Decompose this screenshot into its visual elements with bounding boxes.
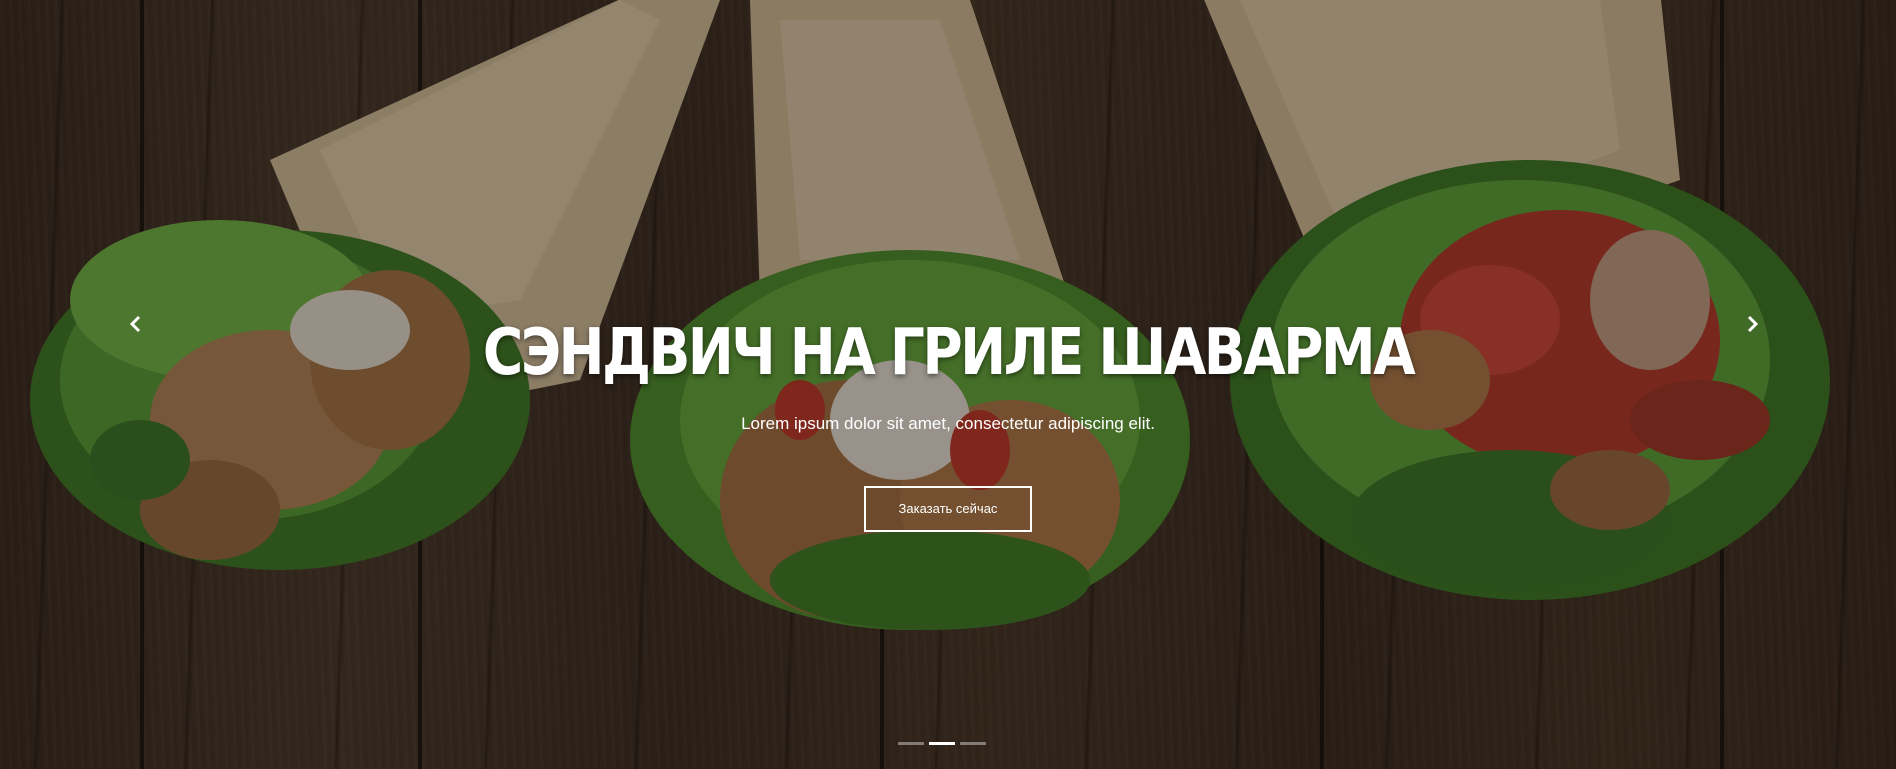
slide-title: СЭНДВИЧ НА ГРИЛЕ ШАВАРМА (482, 316, 1416, 390)
slide-caption: СЭНДВИЧ НА ГРИЛЕ ШАВАРМА Lorem ipsum dol… (0, 316, 1896, 533)
order-now-button[interactable]: Заказать сейчас (864, 486, 1032, 533)
slide-indicator-active[interactable] (929, 742, 955, 745)
slide-indicator[interactable] (960, 742, 986, 745)
slide-indicators (898, 742, 986, 745)
slide-indicator[interactable] (898, 742, 924, 745)
hero-slider: СЭНДВИЧ НА ГРИЛЕ ШАВАРМА Lorem ipsum dol… (0, 0, 1896, 769)
slide-subtitle: Lorem ipsum dolor sit amet, consectetur … (741, 414, 1155, 434)
